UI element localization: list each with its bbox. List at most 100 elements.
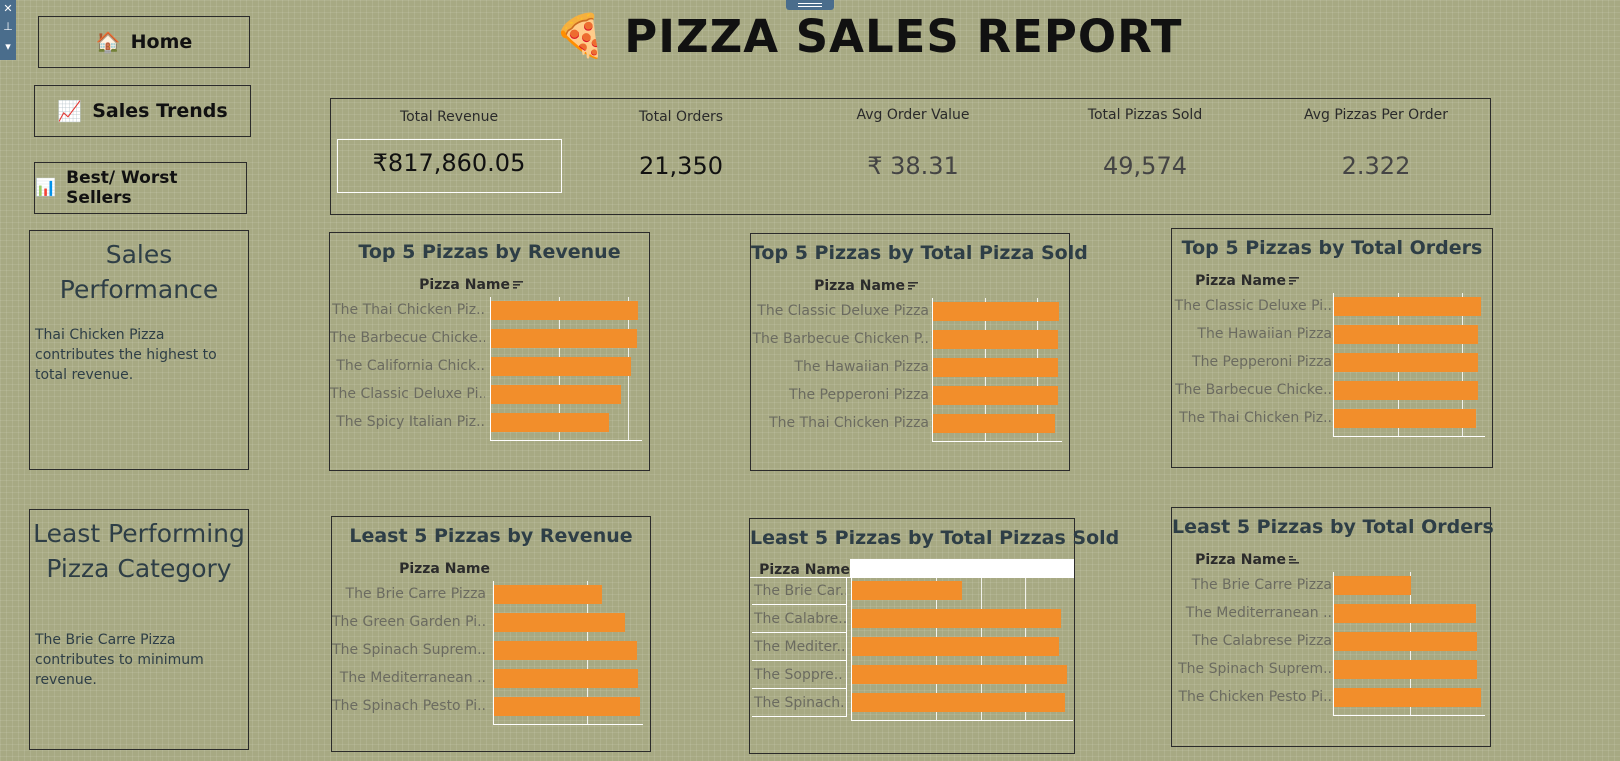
least-category-heading-line2: Pizza Category bbox=[46, 554, 232, 583]
row-label[interactable]: The Calabrese Pizza bbox=[1172, 632, 1332, 651]
bar-chart-icon: 📊 bbox=[35, 178, 57, 198]
bar[interactable] bbox=[933, 302, 1059, 321]
bar[interactable] bbox=[1334, 604, 1476, 623]
kpi-value-avg-order-value: ₹ 38.31 bbox=[867, 152, 959, 180]
row-label[interactable]: The Chicken Pesto Pi.. bbox=[1172, 688, 1332, 707]
row-label[interactable]: The Mediterranean .. bbox=[1172, 604, 1332, 623]
row-label[interactable]: The Mediterranean .. bbox=[332, 669, 486, 688]
row-label[interactable]: The Thai Chicken Piz.. bbox=[330, 301, 485, 320]
row-label[interactable]: The Spinach Suprem.. bbox=[1172, 660, 1332, 679]
bar[interactable] bbox=[933, 358, 1058, 377]
bar[interactable] bbox=[852, 581, 962, 600]
column-header[interactable]: Pizza Name bbox=[1195, 273, 1300, 289]
pin-icon[interactable]: ⊥ bbox=[0, 20, 16, 34]
column-header[interactable]: Pizza Name bbox=[814, 278, 919, 294]
kpi-label-total-revenue: Total Revenue bbox=[399, 109, 499, 125]
row-label[interactable]: The Mediter.. bbox=[752, 633, 847, 661]
row-label[interactable]: The Barbecue Chicke.. bbox=[330, 329, 485, 348]
kpi-label-total-pizzas-sold: Total Pizzas Sold bbox=[1087, 107, 1203, 123]
chevron-down-icon[interactable]: ▾ bbox=[0, 40, 16, 54]
sort-icon[interactable] bbox=[1289, 276, 1300, 286]
bar[interactable] bbox=[491, 385, 621, 404]
column-header[interactable]: Pizza Name bbox=[1195, 552, 1300, 568]
home-button[interactable]: 🏠 Home bbox=[38, 16, 250, 68]
sort-icon[interactable] bbox=[1289, 555, 1300, 565]
row-label[interactable]: The Green Garden Pi.. bbox=[332, 613, 486, 632]
chart-up-icon: 📈 bbox=[57, 99, 83, 123]
bar[interactable] bbox=[852, 665, 1067, 684]
row-label[interactable]: The Pepperoni Pizza bbox=[1172, 353, 1332, 372]
row-label[interactable]: The Pepperoni Pizza bbox=[751, 386, 929, 405]
row-label[interactable]: The Classic Deluxe Pi.. bbox=[1172, 297, 1332, 316]
bar[interactable] bbox=[1334, 297, 1481, 316]
chart-panel-4: Least 5 Pizzas by Revenue Pizza Name The B… bbox=[331, 516, 651, 752]
row-label[interactable]: The Calabre.. bbox=[752, 605, 847, 633]
row-label[interactable]: The Brie Car.. bbox=[752, 577, 847, 605]
bar[interactable] bbox=[852, 637, 1059, 656]
chart-panel-1: Top 5 Pizzas by Revenue Pizza Name The Tha… bbox=[329, 232, 650, 471]
house-icon: 🏠 bbox=[95, 30, 121, 54]
row-label[interactable]: The Hawaiian Pizza bbox=[751, 358, 929, 377]
chart-panel-5: Least 5 Pizzas by Total Pizzas Sold Pizza… bbox=[749, 518, 1120, 754]
row-label[interactable]: The Classic Deluxe Pi.. bbox=[330, 385, 485, 404]
bar[interactable] bbox=[1334, 688, 1481, 707]
header-strip bbox=[851, 559, 1074, 578]
plot-area bbox=[1333, 293, 1485, 437]
page-title: 🍕 PIZZA SALES REPORT bbox=[554, 6, 1182, 66]
bar[interactable] bbox=[1334, 576, 1411, 595]
row-label[interactable]: The Spinach.. bbox=[752, 689, 847, 717]
column-header[interactable]: Pizza Name bbox=[419, 277, 524, 293]
bar[interactable] bbox=[1334, 632, 1477, 651]
bar[interactable] bbox=[494, 613, 625, 632]
bar[interactable] bbox=[933, 330, 1058, 349]
row-label[interactable]: The Thai Chicken Pizza bbox=[751, 414, 929, 433]
bar[interactable] bbox=[491, 413, 609, 432]
row-label[interactable]: The Thai Chicken Piz.. bbox=[1172, 409, 1332, 428]
row-label[interactable]: The Spinach Suprem.. bbox=[332, 641, 486, 660]
bar[interactable] bbox=[1334, 660, 1477, 679]
row-label[interactable]: The California Chick.. bbox=[330, 357, 485, 376]
kpi-label-avg-pizzas-per-order: Avg Pizzas Per Order bbox=[1304, 107, 1448, 123]
sort-icon[interactable] bbox=[513, 280, 524, 290]
kpi-value-total-pizzas-sold: 49,574 bbox=[1103, 152, 1187, 180]
row-label[interactable]: The Brie Carre Pizza bbox=[1172, 576, 1332, 595]
sales-performance-text: Thai Chicken Pizza contributes the highe… bbox=[35, 327, 217, 383]
bar[interactable] bbox=[852, 693, 1065, 712]
least-category-text: The Brie Carre Pizza contributes to mini… bbox=[35, 632, 204, 688]
bar[interactable] bbox=[1334, 325, 1478, 344]
bar[interactable] bbox=[491, 301, 638, 320]
close-icon[interactable]: ✕ bbox=[0, 2, 16, 16]
chart-title: Least 5 Pizzas by Total Pizzas Sold bbox=[750, 527, 1120, 549]
bar[interactable] bbox=[494, 585, 602, 604]
chart-panel-2: Top 5 Pizzas by Total Pizza Sold Pizza Na… bbox=[750, 233, 1088, 471]
row-label[interactable]: The Hawaiian Pizza bbox=[1172, 325, 1332, 344]
row-label[interactable]: The Barbecue Chicken P.. bbox=[751, 330, 929, 349]
bar[interactable] bbox=[494, 641, 637, 660]
least-category-heading-line1: Least Performing bbox=[33, 519, 245, 548]
bar[interactable] bbox=[494, 669, 638, 688]
sales-performance-panel: Sales Performance Thai Chicken Pizza con… bbox=[29, 230, 249, 470]
bar[interactable] bbox=[491, 329, 637, 348]
row-label[interactable]: The Spicy Italian Piz.. bbox=[330, 413, 485, 432]
row-label[interactable]: The Spinach Pesto Pi.. bbox=[332, 697, 486, 716]
bar[interactable] bbox=[852, 609, 1061, 628]
best-worst-sellers-button[interactable]: 📊 Best/ Worst Sellers bbox=[34, 162, 247, 214]
bar[interactable] bbox=[1334, 409, 1476, 428]
row-label[interactable]: The Soppre.. bbox=[752, 661, 847, 689]
bar[interactable] bbox=[933, 386, 1058, 405]
home-button-label: Home bbox=[130, 31, 193, 53]
row-label[interactable]: The Classic Deluxe Pizza bbox=[751, 302, 929, 321]
kpi-value-total-orders: 21,350 bbox=[639, 152, 723, 180]
bar[interactable] bbox=[491, 357, 631, 376]
column-header[interactable]: Pizza Name bbox=[759, 562, 850, 578]
column-header[interactable]: Pizza Name bbox=[399, 561, 490, 577]
sales-trends-button[interactable]: 📈 Sales Trends bbox=[34, 85, 251, 137]
row-label[interactable]: The Barbecue Chicke.. bbox=[1172, 381, 1332, 400]
bar[interactable] bbox=[1334, 381, 1478, 400]
row-label[interactable]: The Brie Carre Pizza bbox=[332, 585, 486, 604]
bar[interactable] bbox=[494, 697, 640, 716]
bar[interactable] bbox=[933, 414, 1055, 433]
bar[interactable] bbox=[1334, 353, 1478, 372]
kpi-label-total-orders: Total Orders bbox=[638, 109, 724, 125]
sort-icon[interactable] bbox=[908, 281, 919, 291]
